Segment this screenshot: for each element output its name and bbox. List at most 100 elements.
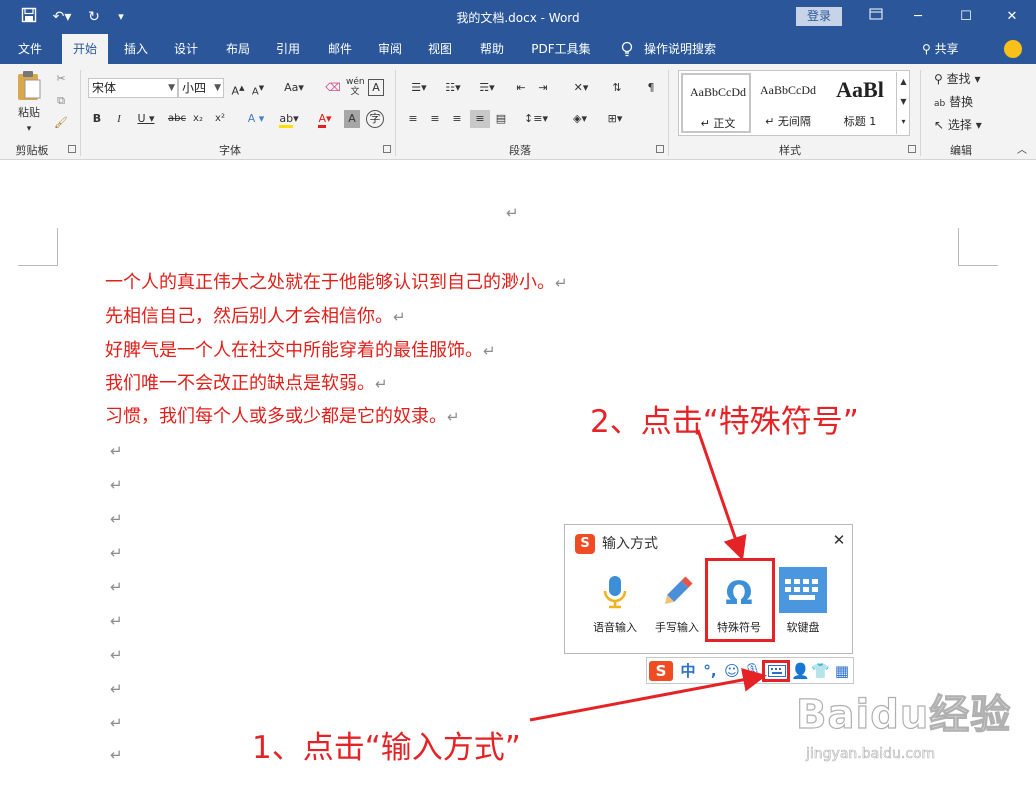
strikethrough-icon[interactable]: abc bbox=[166, 110, 188, 128]
decrease-indent-icon[interactable]: ⇤ bbox=[512, 79, 530, 97]
tab-help[interactable]: 帮助 bbox=[470, 34, 514, 64]
line-text: 先相信自己，然后别人才会相信你。 bbox=[105, 306, 393, 327]
tab-references[interactable]: 引用 bbox=[266, 34, 310, 64]
font-color-icon[interactable]: A▾ bbox=[310, 110, 340, 128]
align-left-icon[interactable]: ≡ bbox=[404, 110, 422, 128]
superscript-icon[interactable]: x² bbox=[212, 110, 228, 128]
option-label: 软键盘 bbox=[786, 621, 820, 634]
font-name-combo[interactable]: 宋体 ▼ bbox=[88, 78, 178, 98]
line-spacing-icon[interactable]: ↕≡▾ bbox=[520, 110, 552, 128]
chinese-layout-icon[interactable]: ✕▾ bbox=[566, 79, 596, 97]
tab-layout[interactable]: 布局 bbox=[216, 34, 260, 64]
tell-me-search[interactable]: 操作说明搜索 bbox=[642, 34, 718, 64]
tab-design[interactable]: 设计 bbox=[164, 34, 208, 64]
style-normal[interactable]: AaBbCcDd ↵ 正文 bbox=[681, 73, 751, 133]
tab-view[interactable]: 视图 bbox=[418, 34, 462, 64]
find-button[interactable]: ⚲ 查找 ▾ bbox=[934, 70, 994, 88]
highlight-icon[interactable]: ab▾ bbox=[274, 110, 304, 128]
language-mode-toggle[interactable]: 中 bbox=[679, 661, 697, 681]
justify-icon[interactable]: ≡ bbox=[470, 110, 490, 128]
tab-mailings[interactable]: 邮件 bbox=[318, 34, 362, 64]
paste-icon[interactable] bbox=[14, 70, 44, 106]
paste-dropdown-icon[interactable]: ▾ bbox=[22, 120, 36, 138]
handwriting-input-option[interactable]: 手写输入 bbox=[647, 571, 707, 641]
style-no-spacing[interactable]: AaBbCcDd ↵ 无间隔 bbox=[753, 73, 823, 133]
clear-format-icon[interactable]: ⌫ bbox=[324, 79, 342, 97]
italic-icon[interactable]: I bbox=[112, 110, 126, 128]
copy-icon[interactable]: ⧉ bbox=[52, 92, 70, 110]
align-center-icon[interactable]: ≡ bbox=[426, 110, 444, 128]
maximize-icon[interactable]: ☐ bbox=[952, 7, 980, 27]
styles-scroll-icon[interactable]: ▲ ▼ ▾ bbox=[896, 72, 910, 134]
line-text: 习惯，我们每个人或多或少都是它的奴隶。 bbox=[105, 406, 447, 427]
increase-indent-icon[interactable]: ⇥ bbox=[534, 79, 552, 97]
distributed-icon[interactable]: ▤ bbox=[492, 110, 510, 128]
login-button[interactable]: 登录 bbox=[796, 7, 842, 26]
font-size-combo[interactable]: 小四 ▼ bbox=[178, 78, 224, 98]
numbering-icon[interactable]: ☷▾ bbox=[438, 79, 468, 97]
format-painter-icon[interactable]: 🖌 bbox=[52, 114, 70, 132]
show-marks-icon[interactable]: ¶ bbox=[642, 79, 660, 97]
voice-input-option[interactable]: 语音输入 bbox=[585, 571, 645, 641]
bold-icon[interactable]: B bbox=[90, 110, 104, 128]
paragraph-launcher-icon[interactable] bbox=[656, 145, 664, 153]
clipboard-launcher-icon[interactable] bbox=[68, 145, 76, 153]
select-button[interactable]: ↖ 选择 ▾ bbox=[934, 116, 994, 134]
enclose-characters-icon[interactable]: 字 bbox=[366, 110, 384, 128]
text-line-2[interactable]: 先相信自己，然后别人才会相信你。↵ bbox=[105, 302, 406, 332]
group-divider bbox=[395, 70, 396, 156]
tab-pdf-tools[interactable]: PDF工具集 bbox=[524, 34, 598, 64]
line-text: 一个人的真正伟大之处就在于他能够认识到自己的渺小。 bbox=[105, 272, 555, 293]
text-effects-icon[interactable]: A ▾ bbox=[242, 110, 270, 128]
lightbulb-icon[interactable] bbox=[616, 34, 638, 64]
sogou-logo-icon[interactable]: S bbox=[649, 661, 673, 681]
font-name-value: 宋体 bbox=[92, 81, 117, 95]
change-case-icon[interactable]: Aa▾ bbox=[280, 79, 308, 97]
styles-launcher-icon[interactable] bbox=[908, 145, 916, 153]
share-button[interactable]: ⚲ 共享 bbox=[922, 34, 959, 64]
emoji-icon[interactable]: ☺ bbox=[723, 661, 741, 681]
text-line-1[interactable]: 一个人的真正伟大之处就在于他能够认识到自己的渺小。↵ bbox=[105, 268, 568, 298]
text-line-4[interactable]: 我们唯一不会改正的缺点是软弱。↵ bbox=[105, 369, 388, 399]
shrink-font-icon[interactable]: A▼ bbox=[250, 79, 266, 97]
tab-insert[interactable]: 插入 bbox=[114, 34, 158, 64]
ribbon-display-icon[interactable] bbox=[862, 7, 890, 27]
tab-file[interactable]: 文件 bbox=[8, 34, 52, 64]
editing-group-label: 编辑 bbox=[950, 144, 972, 157]
style-heading-1[interactable]: AaBl 标题 1 bbox=[825, 73, 895, 133]
voice-icon[interactable]: 🎙 bbox=[743, 661, 762, 681]
bullets-icon[interactable]: ☰▾ bbox=[404, 79, 434, 97]
align-right-icon[interactable]: ≡ bbox=[448, 110, 466, 128]
multilevel-list-icon[interactable]: ☴▾ bbox=[472, 79, 502, 97]
grow-font-icon[interactable]: A▲ bbox=[230, 79, 246, 98]
style-sample: AaBl bbox=[836, 77, 884, 102]
close-icon[interactable]: ✕ bbox=[998, 7, 1026, 27]
option-label: 语音输入 bbox=[593, 621, 637, 634]
sort-icon[interactable]: ⇅ bbox=[608, 79, 626, 97]
tab-review[interactable]: 审阅 bbox=[368, 34, 412, 64]
close-icon[interactable]: ✕ bbox=[830, 531, 848, 549]
minimize-icon[interactable]: ─ bbox=[904, 7, 932, 27]
cut-icon[interactable]: ✂ bbox=[52, 70, 70, 88]
underline-icon[interactable]: U ▾ bbox=[134, 110, 158, 128]
character-shading-icon[interactable]: A bbox=[344, 110, 360, 128]
collapse-ribbon-icon[interactable]: ︿ bbox=[1014, 142, 1030, 160]
borders-icon[interactable]: ⊞▾ bbox=[600, 110, 630, 128]
replace-button[interactable]: ab 替换 bbox=[934, 93, 994, 111]
margin-corner-top-right bbox=[958, 228, 998, 266]
word-window: ↶▾ ↻ ▾ 我的文档.docx - Word 登录 ─ ☐ ✕ 文件 开始 插… bbox=[0, 0, 1036, 785]
share-label: 共享 bbox=[934, 42, 959, 56]
font-launcher-icon[interactable] bbox=[383, 145, 391, 153]
phonetic-guide-icon[interactable]: wén 文 bbox=[346, 77, 365, 97]
punctuation-toggle-icon[interactable]: °, bbox=[699, 661, 721, 681]
font-group-label: 字体 bbox=[219, 144, 241, 157]
shading-icon[interactable]: ◈▾ bbox=[566, 110, 594, 128]
tab-home[interactable]: 开始 bbox=[62, 34, 108, 64]
subscript-icon[interactable]: x₂ bbox=[190, 110, 206, 128]
character-border-icon[interactable]: A bbox=[368, 79, 384, 96]
feedback-smiley-icon[interactable] bbox=[1004, 40, 1022, 58]
text-line-5[interactable]: 习惯，我们每个人或多或少都是它的奴隶。↵ bbox=[105, 402, 460, 432]
cursor-icon: ↖ bbox=[934, 118, 945, 132]
soft-keyboard-option[interactable]: 软键盘 bbox=[773, 567, 833, 641]
text-line-3[interactable]: 好脾气是一个人在社交中所能穿着的最佳服饰。↵ bbox=[105, 336, 496, 366]
